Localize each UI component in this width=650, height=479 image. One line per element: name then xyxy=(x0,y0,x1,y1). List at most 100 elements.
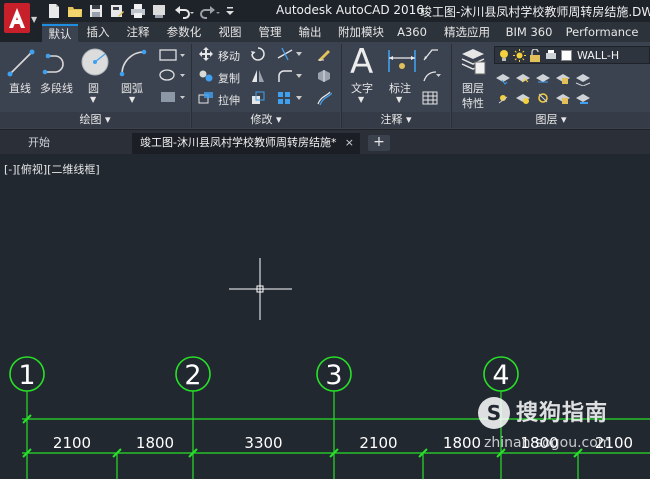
dimension-icon[interactable] xyxy=(386,46,418,76)
dimension-value: 3300 xyxy=(244,434,282,452)
modify-panel-title: 修改 xyxy=(250,113,273,126)
copy-icon[interactable] xyxy=(198,68,214,84)
arc-icon[interactable] xyxy=(118,48,148,78)
stretch-icon[interactable] xyxy=(198,90,214,106)
document-tab-bar: 开始 竣工图-沐川县凤村学校教师周转房结施* × + xyxy=(0,130,650,154)
table-icon[interactable] xyxy=(422,90,438,106)
sun-thawed-icon[interactable] xyxy=(513,49,526,62)
offset-icon[interactable] xyxy=(316,90,332,106)
draw-panel-title: 绘图 xyxy=(79,113,102,126)
hatch-icon[interactable] xyxy=(158,68,186,82)
copy-button-label[interactable]: 复制 xyxy=(218,70,240,86)
start-tab[interactable]: 开始 xyxy=(20,133,58,154)
title-bar: Autodesk AutoCAD 2016 竣工图-沐川县凤村学校教师周转房结施… xyxy=(0,0,650,22)
chevron-down-icon: ▼ xyxy=(31,15,38,24)
sogou-logo-icon: S xyxy=(478,397,510,429)
circle-dropdown-icon[interactable]: ▼ xyxy=(90,95,96,104)
dimension-value: 2100 xyxy=(359,434,397,452)
tab-bim360[interactable]: BIM 360 xyxy=(504,24,554,42)
gradient-icon[interactable] xyxy=(158,90,186,104)
tab-addins[interactable]: 附加模块 xyxy=(332,24,390,42)
plot-preview-icon[interactable] xyxy=(151,3,167,19)
text-icon[interactable]: A xyxy=(350,42,373,82)
layer-properties-icon[interactable] xyxy=(460,46,486,76)
undo-icon[interactable] xyxy=(172,3,196,19)
move-icon[interactable] xyxy=(198,46,214,62)
open-folder-icon[interactable] xyxy=(67,3,83,19)
leader-icon[interactable] xyxy=(422,46,442,62)
ribbon-tab-bar: 默认 插入 注释 参数化 视图 管理 输出 附加模块 A360 精选应用 BIM… xyxy=(42,22,650,42)
print-layer-icon[interactable] xyxy=(545,49,557,62)
modify-panel-footer[interactable]: 修改 ▾ xyxy=(192,112,340,128)
line-icon[interactable] xyxy=(6,48,36,78)
layer-tools-row-1-icon[interactable] xyxy=(494,70,650,86)
fillet-icon[interactable] xyxy=(276,68,306,84)
tab-parametric[interactable]: 参数化 xyxy=(162,24,206,42)
stretch-button-label[interactable]: 拉伸 xyxy=(218,92,240,108)
multileader-icon[interactable] xyxy=(422,68,442,84)
polyline-button-label[interactable]: 多段线 xyxy=(40,80,73,96)
arc-dropdown-icon[interactable]: ▼ xyxy=(129,95,135,104)
close-tab-icon[interactable]: × xyxy=(345,133,354,153)
trim-icon[interactable] xyxy=(276,46,306,62)
circle-button-label[interactable]: 圆 xyxy=(88,80,99,96)
tab-featured-apps[interactable]: 精选应用 xyxy=(438,24,496,42)
draw-panel-footer[interactable]: 绘图 ▾ xyxy=(0,112,190,128)
new-file-icon[interactable] xyxy=(46,3,62,19)
arc-button-label[interactable]: 圆弧 xyxy=(121,80,143,96)
erase-icon[interactable] xyxy=(316,46,332,62)
layer-properties-label-2[interactable]: 特性 xyxy=(462,95,484,111)
viewport-controls-label[interactable]: [-][俯视][二维线框] xyxy=(4,161,100,177)
rotate-icon[interactable] xyxy=(250,46,266,62)
application-menu-button[interactable]: ▼ xyxy=(0,0,42,42)
dimension-dropdown-icon[interactable]: ▼ xyxy=(396,95,402,104)
crosshair-cursor xyxy=(229,258,292,320)
watermark-url: zhinan.sogou.com xyxy=(484,435,612,451)
tab-default[interactable]: 默认 xyxy=(42,24,78,42)
layer-properties-label-1[interactable]: 图层 xyxy=(462,80,484,96)
grid-axis-group: 1 2 3 4 xyxy=(9,356,519,479)
move-button-label[interactable]: 移动 xyxy=(218,48,240,64)
text-button-label[interactable]: 文字 xyxy=(351,80,373,96)
layer-dropdown[interactable]: WALL-H xyxy=(494,46,650,64)
tab-annotate[interactable]: 注释 xyxy=(122,24,154,42)
autocad-logo-icon xyxy=(4,3,30,33)
annotation-panel-title: 注释 xyxy=(380,113,403,126)
drawing-tab[interactable]: 竣工图-沐川县凤村学校教师周转房结施* × xyxy=(132,133,360,154)
document-title: 竣工图-沐川县凤村学校教师周转房结施.DWG xyxy=(420,5,650,19)
grid-bubble-label: 2 xyxy=(184,360,201,391)
layer-tools-row-2-icon[interactable] xyxy=(494,90,650,106)
unlock-icon[interactable] xyxy=(529,49,541,62)
quick-access-dropdown-icon[interactable] xyxy=(224,3,236,19)
new-tab-button[interactable]: + xyxy=(368,135,390,151)
dimension-button-label[interactable]: 标注 xyxy=(389,80,411,96)
svg-text:S: S xyxy=(487,401,501,425)
array-icon[interactable] xyxy=(276,90,306,106)
current-layer-name: WALL-H xyxy=(577,49,620,62)
scale-icon[interactable] xyxy=(250,90,266,106)
circle-icon[interactable] xyxy=(80,46,110,78)
grid-bubble-label: 4 xyxy=(492,360,509,391)
explode-icon[interactable] xyxy=(316,68,332,84)
sogou-watermark: S 搜狗指南 zhinan.sogou.com xyxy=(476,395,650,465)
lightbulb-on-icon[interactable] xyxy=(498,49,510,62)
mirror-icon[interactable] xyxy=(250,68,266,84)
rectangle-icon[interactable] xyxy=(158,48,186,62)
annotation-panel-footer[interactable]: 注释 ▾ xyxy=(342,112,450,128)
text-dropdown-icon[interactable]: ▼ xyxy=(358,95,364,104)
line-button-label[interactable]: 直线 xyxy=(9,80,31,96)
tab-performance[interactable]: Performance xyxy=(564,24,640,42)
save-icon[interactable] xyxy=(88,3,104,19)
redo-icon[interactable] xyxy=(198,3,222,19)
layers-panel-title: 图层 xyxy=(535,113,558,126)
save-as-icon[interactable] xyxy=(109,3,125,19)
tab-manage[interactable]: 管理 xyxy=(254,24,286,42)
tab-view[interactable]: 视图 xyxy=(214,24,246,42)
layers-panel-footer[interactable]: 图层 ▾ xyxy=(452,112,650,128)
tab-insert[interactable]: 插入 xyxy=(82,24,114,42)
dimension-value: 2100 xyxy=(53,434,91,452)
print-icon[interactable] xyxy=(130,3,146,19)
tab-a360[interactable]: A360 xyxy=(394,24,430,42)
tab-output[interactable]: 输出 xyxy=(294,24,326,42)
polyline-icon[interactable] xyxy=(42,48,72,78)
